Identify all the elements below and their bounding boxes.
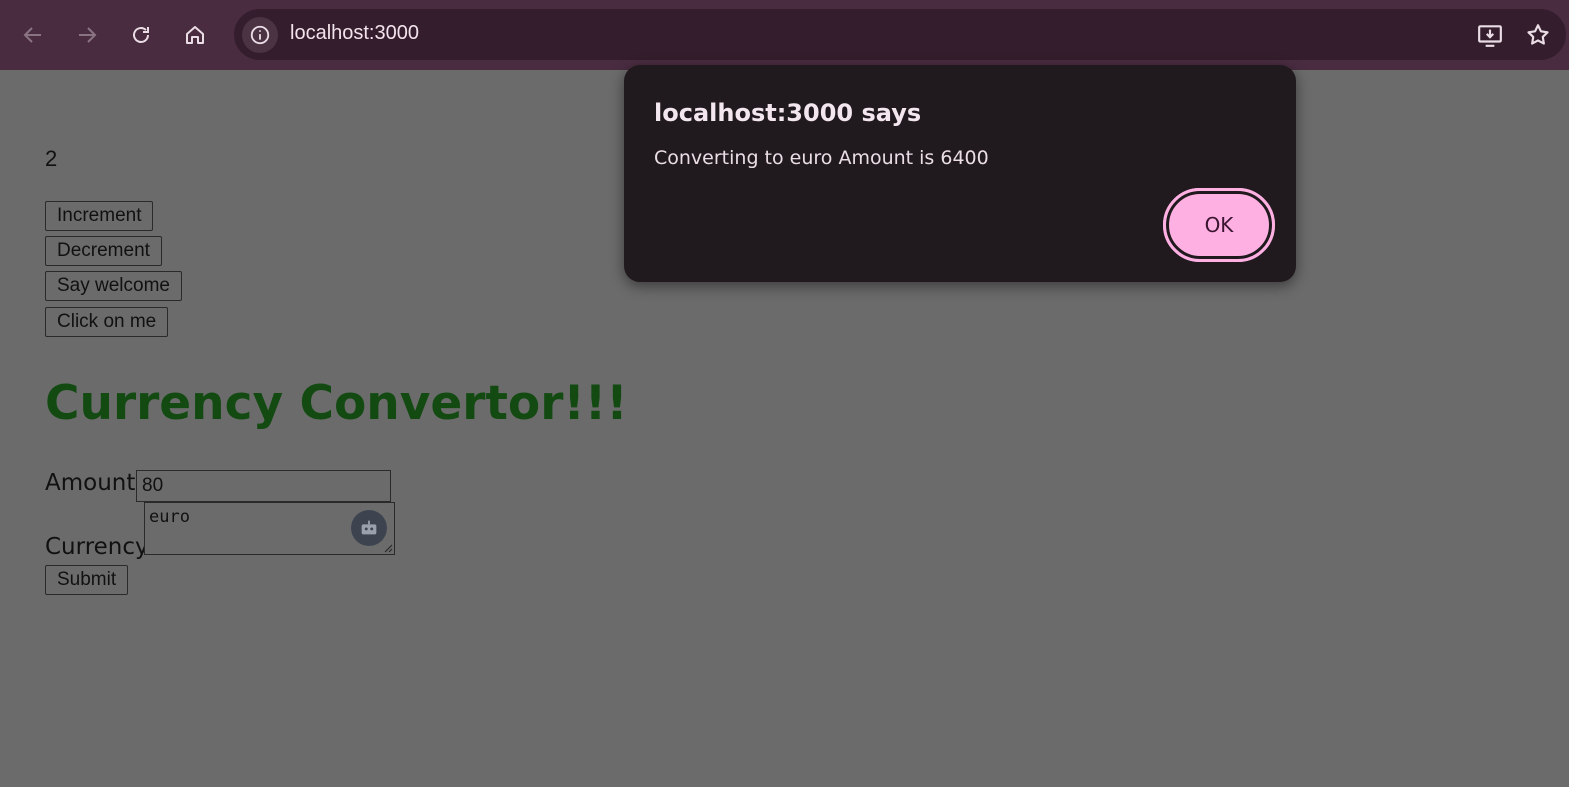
arrow-right-icon xyxy=(79,27,97,43)
page-title: Currency Convertor!!! xyxy=(45,376,628,431)
dialog-title: localhost:3000 says xyxy=(654,99,922,127)
robot-icon xyxy=(361,520,377,535)
address-bar[interactable]: localhost:3000 xyxy=(234,9,1566,60)
submit-button[interactable]: Submit xyxy=(45,565,129,595)
install-app-button[interactable] xyxy=(1476,21,1504,49)
forward-button[interactable] xyxy=(69,17,105,53)
dialog-message: Converting to euro Amount is 6400 xyxy=(654,147,989,169)
counter-value: 2 xyxy=(45,146,58,171)
currency-label: Currency: xyxy=(45,534,155,560)
amount-input[interactable]: 80 xyxy=(136,470,391,502)
resize-grip-icon[interactable] xyxy=(383,543,393,553)
url-text: localhost:3000 xyxy=(290,22,419,44)
home-button[interactable] xyxy=(177,17,213,53)
info-icon xyxy=(250,25,270,45)
decrement-button[interactable]: Decrement xyxy=(45,236,162,266)
say-welcome-button[interactable]: Say welcome xyxy=(45,271,182,301)
site-info-button[interactable] xyxy=(242,17,278,53)
browser-toolbar: localhost:3000 xyxy=(0,0,1569,70)
assistant-button[interactable] xyxy=(351,510,387,546)
home-icon xyxy=(186,26,204,44)
back-button[interactable] xyxy=(15,17,51,53)
install-app-icon xyxy=(1478,25,1502,47)
increment-button[interactable]: Increment xyxy=(45,201,154,231)
amount-label: Amount: xyxy=(45,470,144,496)
reload-icon xyxy=(133,27,149,43)
click-on-me-button[interactable]: Click on me xyxy=(45,307,169,337)
arrow-left-icon xyxy=(23,27,41,43)
star-icon xyxy=(1527,24,1549,45)
ok-button[interactable]: OK xyxy=(1163,188,1275,262)
reload-button[interactable] xyxy=(123,17,159,53)
currency-textarea[interactable]: euro xyxy=(144,502,395,555)
alert-dialog: localhost:3000 says Converting to euro A… xyxy=(624,65,1296,282)
bookmark-button[interactable] xyxy=(1524,21,1552,49)
currency-value: euro xyxy=(149,507,190,527)
